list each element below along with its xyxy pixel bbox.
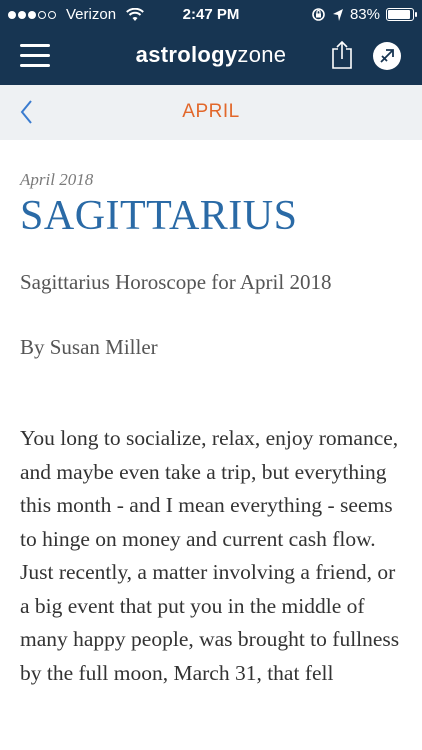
status-right: 83%: [311, 6, 417, 23]
article-subtitle: Sagittarius Horoscope for April 2018: [20, 270, 332, 294]
battery-percent: 83%: [349, 6, 380, 23]
logo-zone: zone: [237, 42, 287, 67]
app-header: Verizon 2:47 PM 83% astrologyzone: [0, 0, 422, 85]
article-byline: By Susan Miller: [20, 335, 158, 359]
nav-bar: astrologyzone: [0, 30, 422, 85]
article-date: April 2018: [20, 170, 94, 189]
status-bar: Verizon 2:47 PM 83%: [0, 0, 422, 30]
article-title: SAGITTARIUS: [20, 193, 298, 239]
battery-icon: [386, 8, 417, 21]
month-label: APRIL: [182, 101, 240, 122]
app-logo: astrologyzone: [0, 42, 422, 68]
location-arrow-icon: [332, 8, 343, 21]
horoscope-article: April 2018 SAGITTARIUS Sagittarius Horos…: [20, 170, 405, 690]
battery-level: [388, 10, 410, 19]
share-icon[interactable]: [330, 40, 354, 70]
sagittarius-icon[interactable]: [373, 42, 401, 70]
article-body: You long to socialize, relax, enjoy roma…: [20, 426, 400, 685]
month-bar: APRIL: [0, 85, 422, 140]
rotation-lock-icon: [312, 8, 325, 21]
logo-astrology: astrology: [135, 42, 238, 67]
